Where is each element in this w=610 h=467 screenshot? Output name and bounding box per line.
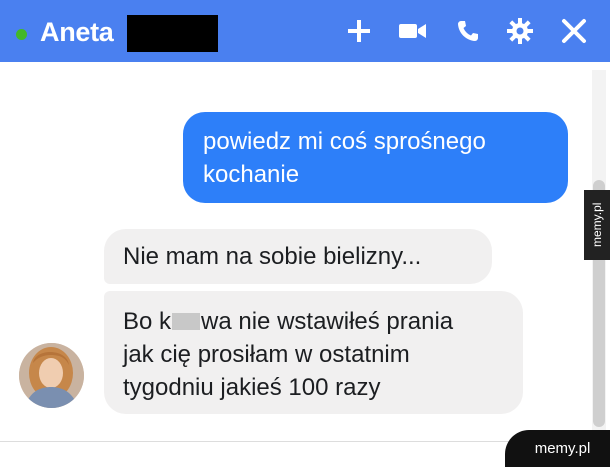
bottom-watermark: memy.pl — [505, 430, 610, 467]
message-line: kochanie — [203, 161, 300, 188]
side-watermark: memy.pl — [590, 202, 604, 248]
outgoing-message-bubble[interactable]: powiedz mi coś sprośnego kochanie — [183, 112, 568, 203]
contact-avatar[interactable] — [19, 343, 84, 408]
phone-icon[interactable] — [452, 15, 484, 47]
incoming-message-bubble[interactable]: Bo k wa nie wstawiłeś prania jak cię pros… — [104, 291, 523, 414]
plus-icon[interactable] — [343, 15, 375, 47]
message-text-fragment: wa nie wstawiłeś prania — [201, 308, 454, 335]
conversation-area[interactable]: powiedz mi coś sprośnego kochanie Nie ma… — [0, 62, 610, 442]
contact-name[interactable]: Aneta — [40, 17, 114, 48]
chat-header: Aneta — [0, 0, 610, 62]
message-line: jak cię prosiłam w ostatnim — [123, 341, 410, 368]
video-camera-icon[interactable] — [397, 15, 429, 47]
censor-blur — [172, 313, 201, 330]
gear-icon[interactable] — [504, 15, 536, 47]
incoming-message-bubble[interactable]: Nie mam na sobie bielizny... — [104, 229, 492, 284]
online-status-dot — [16, 29, 27, 40]
message-line: Bo k wa nie wstawiłeś prania — [123, 305, 504, 338]
message-line: tygodniu jakieś 100 razy — [123, 374, 381, 401]
close-icon[interactable] — [558, 15, 590, 47]
message-line: Nie mam na sobie bielizny... — [123, 243, 422, 270]
message-line: powiedz mi coś sprośnego — [203, 128, 486, 155]
message-text-fragment: Bo k — [123, 308, 172, 335]
redacted-surname — [127, 15, 218, 52]
